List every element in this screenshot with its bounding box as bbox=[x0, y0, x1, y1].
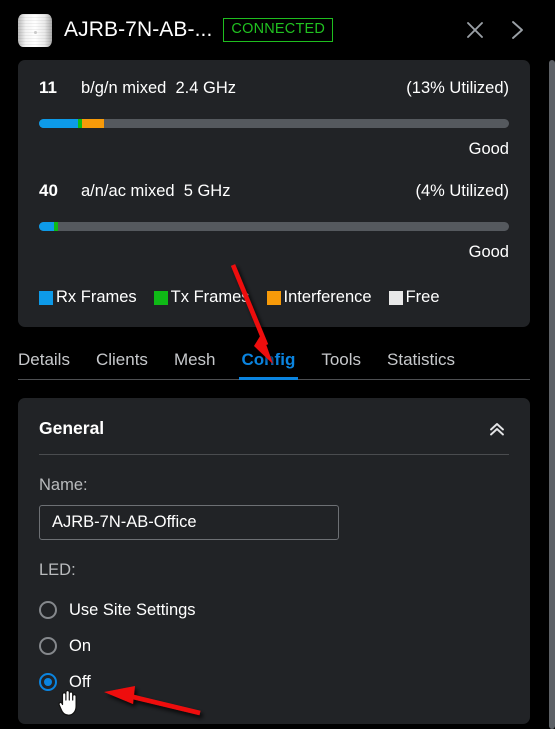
legend-label: Free bbox=[405, 288, 440, 306]
section-title: General bbox=[39, 418, 105, 438]
bar-segment-tx bbox=[54, 222, 58, 231]
tab-details[interactable]: Details bbox=[18, 350, 70, 379]
radio-utilization-card: 11 b/g/n mixed 2.4 GHz (13% Utilized) Go… bbox=[18, 60, 530, 327]
radio-mode: b/g/n mixed 2.4 GHz bbox=[81, 79, 236, 97]
led-option-use-site-settings[interactable]: Use Site Settings bbox=[39, 592, 509, 628]
legend-swatch-free bbox=[388, 290, 403, 305]
legend-label: Rx Frames bbox=[56, 288, 137, 306]
channel-number: 40 bbox=[39, 181, 58, 200]
name-input[interactable] bbox=[39, 505, 339, 540]
utilization-legend: Rx Frames Tx Frames Interference Free bbox=[39, 288, 509, 307]
radio-block-2ghz: 11 b/g/n mixed 2.4 GHz (13% Utilized) Go… bbox=[39, 74, 509, 159]
chevron-right-icon[interactable] bbox=[500, 13, 534, 47]
radio-button-icon-selected[interactable] bbox=[39, 673, 57, 691]
led-option-label: Use Site Settings bbox=[69, 600, 196, 619]
legend-item: Interference bbox=[266, 288, 372, 307]
legend-item: Rx Frames bbox=[39, 288, 137, 307]
radio-block-5ghz: 40 a/n/ac mixed 5 GHz (4% Utilized) Good bbox=[39, 177, 509, 262]
device-tabs: Details Clients Mesh Config Tools Statis… bbox=[18, 341, 530, 380]
utilization-bar bbox=[39, 222, 509, 231]
bar-segment-rx bbox=[39, 222, 55, 231]
hand-cursor bbox=[58, 689, 77, 716]
radio-summary-row: 40 a/n/ac mixed 5 GHz (4% Utilized) bbox=[39, 177, 509, 201]
led-radio-group: Use Site Settings On Off bbox=[39, 592, 509, 700]
device-detail-panel: AJRB-7N-AB-... CONNECTED 11 b/g/n mixed … bbox=[0, 0, 555, 729]
legend-label: Interference bbox=[283, 288, 372, 306]
scrollbar-thumb[interactable] bbox=[549, 60, 555, 729]
tab-mesh[interactable]: Mesh bbox=[174, 350, 216, 379]
bar-segment-interference bbox=[82, 119, 105, 128]
general-section-header: General bbox=[39, 418, 509, 455]
legend-item: Tx Frames bbox=[153, 288, 250, 307]
channel-utilization: (4% Utilized) bbox=[415, 182, 509, 200]
radio-mode: a/n/ac mixed 5 GHz bbox=[81, 182, 231, 200]
tab-config[interactable]: Config bbox=[238, 350, 299, 380]
legend-swatch-rx bbox=[39, 290, 53, 305]
signal-quality: Good bbox=[468, 243, 509, 261]
led-field-label: LED: bbox=[39, 561, 76, 579]
tab-statistics[interactable]: Statistics bbox=[387, 350, 455, 379]
radio-button-icon[interactable] bbox=[39, 601, 57, 619]
led-option-off[interactable]: Off bbox=[39, 664, 509, 700]
vertical-scrollbar[interactable] bbox=[548, 0, 555, 729]
radio-summary-row: 11 b/g/n mixed 2.4 GHz (13% Utilized) bbox=[39, 74, 509, 98]
channel-number: 11 bbox=[39, 78, 57, 97]
tab-tools[interactable]: Tools bbox=[321, 350, 361, 379]
chevron-double-up-icon[interactable] bbox=[485, 419, 509, 439]
led-option-label: On bbox=[69, 636, 92, 655]
name-field-label: Name: bbox=[39, 476, 88, 494]
panel-scroll-area: 11 b/g/n mixed 2.4 GHz (13% Utilized) Go… bbox=[0, 60, 548, 729]
general-config-card: General Name: LED: Use Site Settings bbox=[18, 398, 530, 724]
legend-item: Free bbox=[388, 288, 440, 307]
status-badge: CONNECTED bbox=[223, 18, 334, 42]
tab-clients[interactable]: Clients bbox=[96, 350, 148, 379]
legend-swatch-tx bbox=[153, 290, 168, 305]
panel-header: AJRB-7N-AB-... CONNECTED bbox=[0, 0, 548, 60]
channel-utilization: (13% Utilized) bbox=[406, 79, 509, 97]
bar-segment-rx bbox=[39, 119, 78, 128]
led-option-on[interactable]: On bbox=[39, 628, 509, 664]
radio-button-icon[interactable] bbox=[39, 637, 57, 655]
legend-label: Tx Frames bbox=[170, 288, 250, 306]
device-title: AJRB-7N-AB-... bbox=[64, 18, 213, 41]
signal-quality: Good bbox=[468, 140, 509, 158]
close-icon[interactable] bbox=[458, 13, 492, 47]
utilization-bar bbox=[39, 119, 509, 128]
access-point-icon bbox=[18, 13, 52, 47]
legend-swatch-interference bbox=[266, 290, 281, 305]
